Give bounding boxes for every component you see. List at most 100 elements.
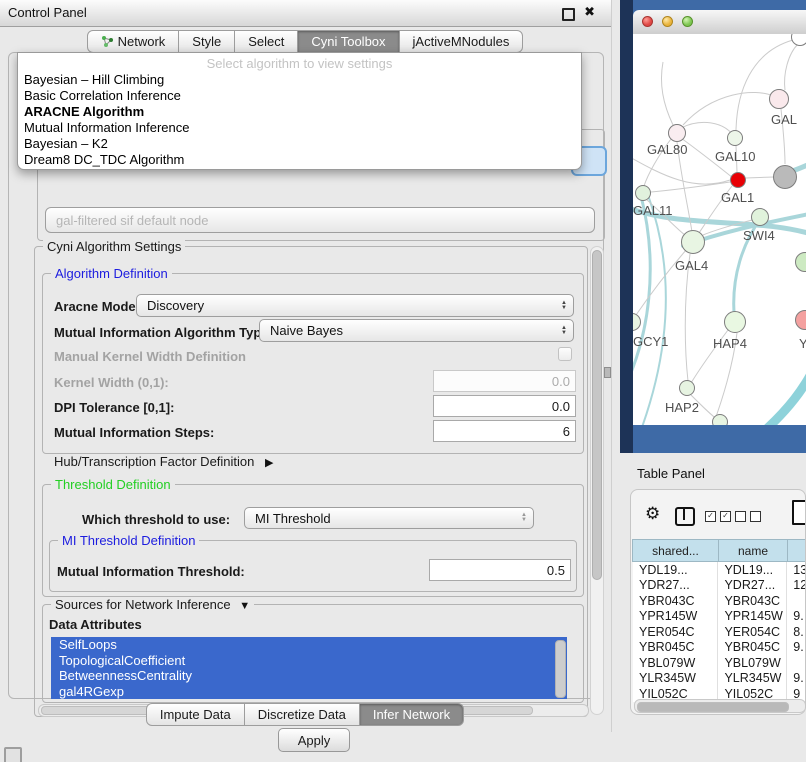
minimized-panel-icon[interactable] <box>4 747 22 762</box>
table-cell: 12 <box>787 578 806 594</box>
table-cell: YBR043C <box>718 593 787 609</box>
table-body: YDL19...YDL19...13YDR27...YDR27...12YBR0… <box>633 562 806 702</box>
table-cell: YBR045C <box>633 640 718 656</box>
algorithm-option-bayesian-hill-climbing[interactable]: Bayesian – Hill Climbing <box>18 72 581 88</box>
network-view[interactable]: GAL80GAL10GAL1GAL11SWI4GAL4GALGCY1HAP4YH… <box>633 34 806 425</box>
table-row[interactable]: YBR043CYBR043C <box>633 593 806 609</box>
table-row[interactable]: YDR27...YDR27...12 <box>633 578 806 594</box>
control-panel-titlebar[interactable]: Control Panel ✖ <box>0 0 611 27</box>
algorithm-dropdown-popup: Select algorithm to view settings Bayesi… <box>17 52 582 170</box>
mi-steps-field[interactable]: 6 <box>433 420 576 442</box>
algorithm-option-basic-correlation-inference[interactable]: Basic Correlation Inference <box>18 88 581 104</box>
network-window-titlebar[interactable] <box>633 10 806 35</box>
which-threshold-value: MI Threshold <box>255 511 331 526</box>
attribute-item-gal4rgexp[interactable]: gal4RGexp <box>51 684 567 700</box>
tab-discretize-data[interactable]: Discretize Data <box>244 703 360 726</box>
node-hap4[interactable] <box>724 311 746 333</box>
aracne-mode-select[interactable]: Discovery ▲▼ <box>136 294 574 317</box>
tab-label: Select <box>248 34 284 49</box>
node-label-swi4: SWI4 <box>743 228 775 243</box>
table-header-shared[interactable]: shared... <box>632 539 719 562</box>
tab-infer-network[interactable]: Infer Network <box>359 703 464 726</box>
node-gal[interactable] <box>769 89 789 109</box>
node-gal1[interactable] <box>730 172 746 188</box>
hub-section-toggle[interactable]: Hub/Transcription Factor Definition ▶ <box>54 454 273 469</box>
dpi-tolerance-field[interactable]: 0.0 <box>433 395 576 417</box>
network-table-combo-value: gal-filtered sif default node <box>56 213 208 228</box>
table-header-col3[interactable] <box>787 539 806 562</box>
float-window-icon[interactable] <box>562 8 575 21</box>
node-label-gal1: GAL1 <box>721 190 754 205</box>
bottom-tab-bar: Impute Data Discretize Data Infer Network <box>0 703 611 726</box>
node[interactable] <box>773 165 797 189</box>
attribute-item-betweennesscentrality[interactable]: BetweennessCentrality <box>51 668 567 684</box>
table-row[interactable]: YPR145WYPR145W9. <box>633 609 806 625</box>
node-gal80[interactable] <box>668 124 686 142</box>
mi-threshold-field[interactable]: 0.5 <box>429 559 571 581</box>
table-hscrollbar-thumb[interactable] <box>637 702 789 712</box>
top-tab-bar: NetworkStyle Select Cyni ToolboxjActiveMNo… <box>0 30 611 53</box>
tab-jactivemnodules[interactable]: jActiveMNodules <box>399 30 524 53</box>
table-cell: YDL19... <box>633 562 718 578</box>
export-table-icon[interactable] <box>792 500 806 525</box>
settings-group-title: Cyni Algorithm Settings <box>43 239 185 254</box>
node-hap2[interactable] <box>679 380 695 396</box>
table-row[interactable]: YBR045CYBR045C9. <box>633 640 806 656</box>
dpi-tolerance-label: DPI Tolerance [0,1]: <box>54 400 174 415</box>
table-header-name[interactable]: name <box>718 539 788 562</box>
table-cell <box>787 593 806 609</box>
data-attributes-list[interactable]: SelfLoopsTopologicalCoefficientBetweenne… <box>51 637 567 699</box>
table-row[interactable]: YLR345WYLR345W9. <box>633 671 806 687</box>
node[interactable] <box>712 414 728 425</box>
which-threshold-select[interactable]: MI Threshold ▲▼ <box>244 507 534 529</box>
deselect-all-checks-icon[interactable] <box>735 511 761 522</box>
tab-impute-data[interactable]: Impute Data <box>146 703 245 726</box>
zoom-traffic-light[interactable] <box>682 16 693 27</box>
close-traffic-light[interactable] <box>642 16 653 27</box>
node-swi4[interactable] <box>751 208 769 226</box>
network-table-combo[interactable]: gal-filtered sif default node <box>45 207 595 233</box>
expand-right-icon[interactable]: ▶ <box>265 457 273 469</box>
attribute-item-topologicalcoefficient[interactable]: TopologicalCoefficient <box>51 653 567 669</box>
table-cell: YER054C <box>718 624 787 640</box>
kernel-width-label: Kernel Width (0,1): <box>54 375 169 390</box>
threshold-definition-title: Threshold Definition <box>51 477 175 492</box>
collapse-down-icon[interactable]: ▼ <box>239 600 250 612</box>
table-row[interactable]: YER054CYER054C8. <box>633 624 806 640</box>
list-scrollbar-thumb[interactable] <box>555 640 566 698</box>
algorithm-option-mutual-information-inference[interactable]: Mutual Information Inference <box>18 120 581 136</box>
table-row[interactable]: YDL19...YDL19...13 <box>633 562 806 578</box>
aracne-mode-label: Aracne Mode: <box>54 299 140 314</box>
splitter-handle[interactable] <box>604 367 611 378</box>
table-hscrollbar[interactable] <box>634 699 806 713</box>
kernel-width-field[interactable]: 0.0 <box>433 370 576 392</box>
tab-style[interactable]: Style <box>178 30 235 53</box>
attribute-item-selfloops[interactable]: SelfLoops <box>51 637 567 653</box>
tab-network[interactable]: Network <box>87 30 180 53</box>
columns-icon[interactable] <box>675 507 695 526</box>
tab-label: Discretize Data <box>258 707 346 722</box>
manual-kernel-checkbox[interactable] <box>558 347 572 361</box>
tab-cyni-toolbox[interactable]: Cyni Toolbox <box>297 30 399 53</box>
algorithm-option-aracne-algorithm[interactable]: ARACNE Algorithm <box>18 104 581 120</box>
node-label-gal: GAL <box>771 112 797 127</box>
algorithm-option-bayesian-k2[interactable]: Bayesian – K2 <box>18 136 581 152</box>
sources-group-title[interactable]: Sources for Network Inference ▼ <box>51 597 254 612</box>
table-cell: 13 <box>787 562 806 578</box>
algorithm-option-dream8-dc-tdc-algorithm[interactable]: Dream8 DC_TDC Algorithm <box>18 152 581 168</box>
node-gal10[interactable] <box>727 130 743 146</box>
minimize-traffic-light[interactable] <box>662 16 673 27</box>
aracne-mode-value: Discovery <box>147 298 204 313</box>
select-all-checks-icon[interactable]: ✓✓ <box>705 511 731 522</box>
tab-select[interactable]: Select <box>234 30 298 53</box>
gear-icon[interactable]: ⚙ <box>645 504 660 524</box>
node-gal4[interactable] <box>681 230 705 254</box>
table-row[interactable]: YBL079WYBL079W <box>633 655 806 671</box>
node-gal11[interactable] <box>635 185 651 201</box>
close-icon[interactable]: ✖ <box>584 4 595 20</box>
apply-button[interactable]: Apply <box>278 728 350 752</box>
mi-type-select[interactable]: Naive Bayes ▲▼ <box>259 319 574 342</box>
settings-vscrollbar-thumb[interactable] <box>592 250 602 580</box>
network-window[interactable]: GAL80GAL10GAL1GAL11SWI4GAL4GALGCY1HAP4YH… <box>633 10 806 425</box>
table-cell: YLR345W <box>633 671 718 687</box>
